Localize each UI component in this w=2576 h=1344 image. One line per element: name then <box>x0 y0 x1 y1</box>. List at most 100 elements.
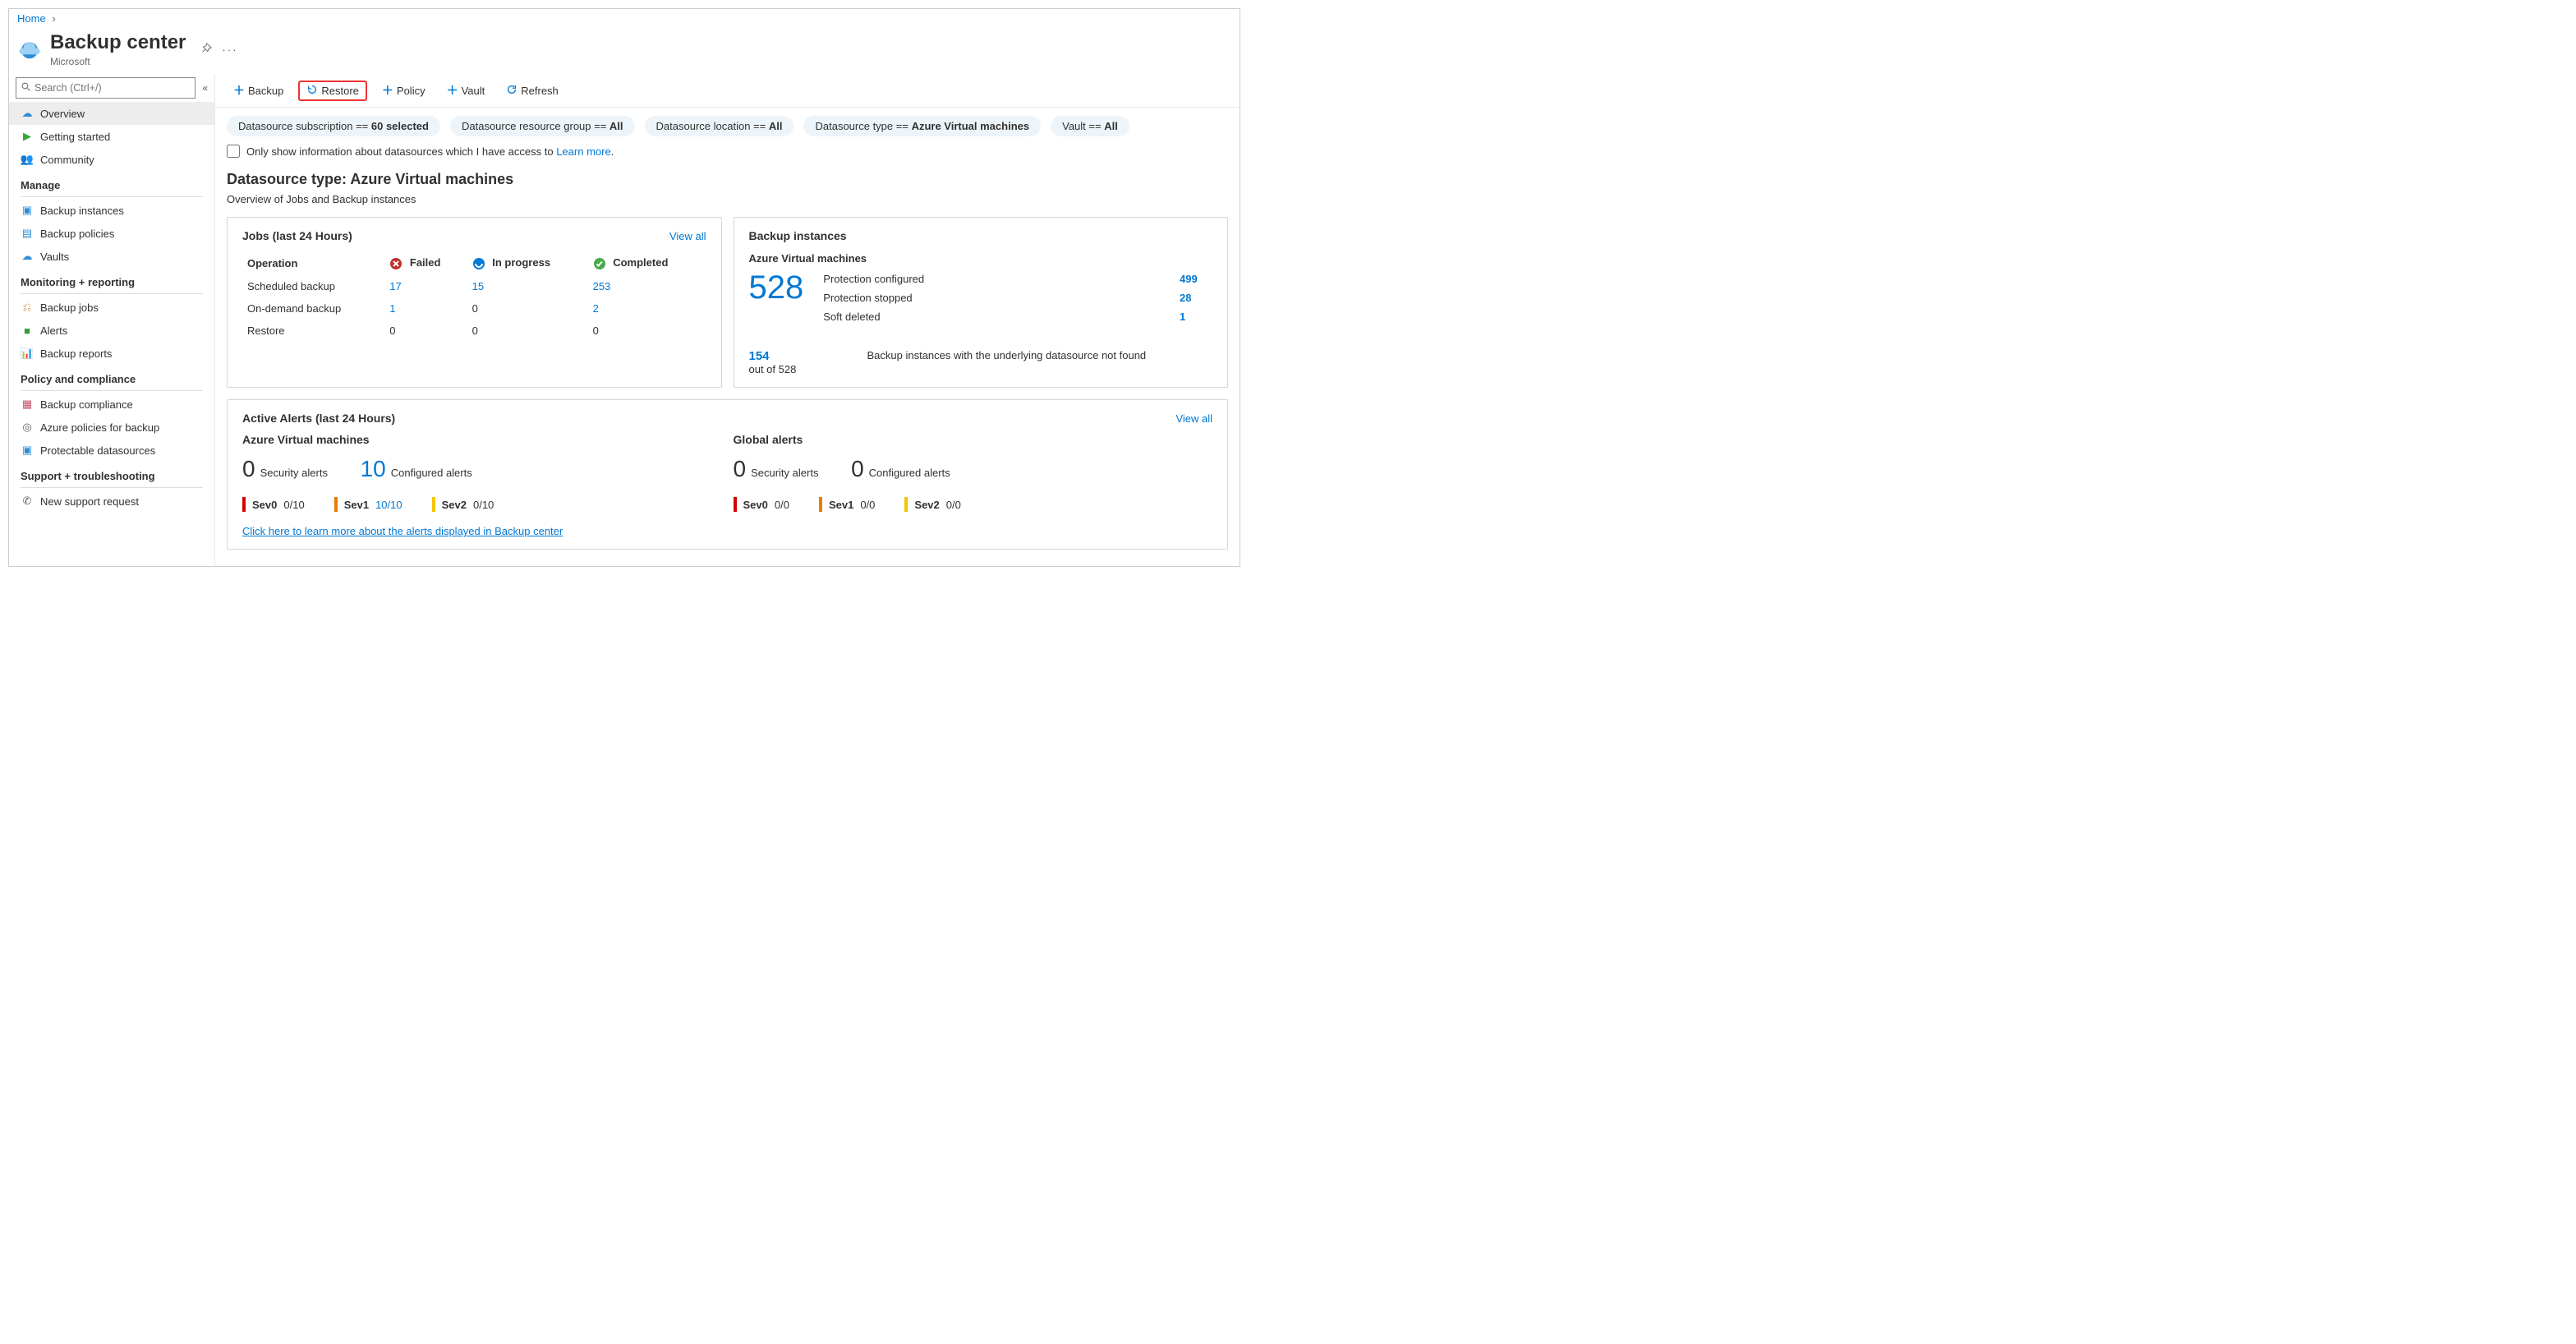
label: Backup compliance <box>40 398 133 411</box>
bi-link[interactable]: 28 <box>1180 292 1212 304</box>
sidebar-item-backup-reports[interactable]: 📊 Backup reports <box>9 342 214 365</box>
alerts-global: Global alerts 0Security alerts 0Configur… <box>734 433 1213 512</box>
collapse-sidebar-icon[interactable]: « <box>202 82 208 94</box>
avm-configured-link[interactable]: 10 <box>361 456 386 482</box>
sidebar-item-getting-started[interactable]: ▶ Getting started <box>9 125 214 148</box>
filter-location[interactable]: Datasource location == All <box>645 116 794 136</box>
bi-card-title: Backup instances <box>749 229 1213 242</box>
sev2-badge: Sev20/10 <box>432 497 494 512</box>
vault-button[interactable]: ＋ Vault <box>440 79 492 102</box>
refresh-button[interactable]: Refresh <box>499 81 565 101</box>
access-filter-text: Only show information about datasources … <box>246 145 614 158</box>
cell-link[interactable]: 17 <box>389 280 401 292</box>
jobs-row-scheduled: Scheduled backup 17 15 253 <box>244 276 705 297</box>
toolbar: ＋ Backup Restore ＋ Policy ＋ Vault <box>215 74 1240 108</box>
label: Getting started <box>40 131 110 143</box>
sidebar: « ☁ Overview ▶ Getting started 👥 Communi… <box>9 74 214 566</box>
support-icon: ✆ <box>21 495 34 508</box>
sidebar-item-backup-instances[interactable]: ▣ Backup instances <box>9 199 214 222</box>
sidebar-item-vaults[interactable]: ☁ Vaults <box>9 245 214 268</box>
label: Alerts <box>40 324 67 337</box>
bi-link[interactable]: 1 <box>1180 311 1212 323</box>
backup-center-icon <box>17 37 42 62</box>
label: Overview <box>40 108 85 120</box>
protectable-icon: ▣ <box>21 444 34 457</box>
sidebar-item-alerts[interactable]: ■ Alerts <box>9 319 214 342</box>
compliance-icon: ▦ <box>21 398 34 411</box>
cell-link[interactable]: 253 <box>593 280 611 292</box>
filters-row: Datasource subscription == 60 selected D… <box>215 108 1240 141</box>
plus-icon: ＋ <box>382 82 393 99</box>
inprogress-icon <box>472 257 485 270</box>
datasource-title: Datasource type: Azure Virtual machines <box>215 168 1240 191</box>
cell-link[interactable]: 2 <box>593 302 599 315</box>
sidebar-section-policy: Policy and compliance <box>9 365 214 389</box>
search-input[interactable] <box>34 82 190 94</box>
completed-icon <box>593 257 606 270</box>
page-subtitle: Microsoft <box>50 56 186 67</box>
policy-button[interactable]: ＋ Policy <box>375 79 432 102</box>
rocket-icon: ▶ <box>21 130 34 143</box>
sidebar-item-overview[interactable]: ☁ Overview <box>9 102 214 125</box>
cloud-icon: ☁ <box>21 107 34 120</box>
col-operation: Operation <box>244 252 384 274</box>
cell-link[interactable]: 1 <box>389 302 395 315</box>
label: Azure policies for backup <box>40 421 159 434</box>
sidebar-section-manage: Manage <box>9 171 214 195</box>
filter-subscription[interactable]: Datasource subscription == 60 selected <box>227 116 440 136</box>
policies-icon: ▤ <box>21 227 34 240</box>
jobs-view-all[interactable]: View all <box>669 230 706 242</box>
sev0-badge: Sev00/0 <box>734 497 789 512</box>
label: Backup instances <box>40 205 124 217</box>
bi-notfound-out: out of 528 <box>749 363 848 375</box>
sev1-badge: Sev10/0 <box>819 497 875 512</box>
sidebar-item-backup-compliance[interactable]: ▦ Backup compliance <box>9 393 214 416</box>
label: Community <box>40 154 94 166</box>
alerts-avm: Azure Virtual machines 0Security alerts … <box>242 433 722 512</box>
sev1-link[interactable]: 10/10 <box>375 499 402 511</box>
sidebar-item-community[interactable]: 👥 Community <box>9 148 214 171</box>
refresh-icon <box>506 84 518 98</box>
col-inprogress: In progress <box>469 252 588 274</box>
vaults-icon: ☁ <box>21 250 34 263</box>
datasource-subtitle: Overview of Jobs and Backup instances <box>215 191 1240 217</box>
more-icon[interactable]: ··· <box>222 44 237 56</box>
label: New support request <box>40 495 139 508</box>
sev1-badge: Sev110/10 <box>334 497 402 512</box>
page-title: Backup center <box>50 31 186 54</box>
access-filter-row: Only show information about datasources … <box>215 141 1240 168</box>
filter-datasource-type[interactable]: Datasource type == Azure Virtual machine… <box>803 116 1041 136</box>
filter-vault[interactable]: Vault == All <box>1051 116 1129 136</box>
sidebar-search[interactable] <box>16 77 196 99</box>
bi-notfound-count[interactable]: 154 <box>749 349 848 363</box>
alerts-view-all[interactable]: View all <box>1175 412 1212 425</box>
sidebar-item-azure-policies[interactable]: ◎ Azure policies for backup <box>9 416 214 439</box>
sidebar-section-support: Support + troubleshooting <box>9 462 214 486</box>
sidebar-item-protectable[interactable]: ▣ Protectable datasources <box>9 439 214 462</box>
filter-resource-group[interactable]: Datasource resource group == All <box>450 116 635 136</box>
sev0-badge: Sev00/10 <box>242 497 305 512</box>
jobs-row-ondemand: On-demand backup 1 0 2 <box>244 298 705 319</box>
sidebar-item-new-support[interactable]: ✆ New support request <box>9 490 214 513</box>
restore-button[interactable]: Restore <box>298 81 367 101</box>
access-filter-checkbox[interactable] <box>227 145 240 158</box>
search-icon <box>21 82 31 94</box>
bi-notfound-text: Backup instances with the underlying dat… <box>867 349 1213 361</box>
jobs-icon: ⎌ <box>21 301 34 314</box>
label: Vaults <box>40 251 69 263</box>
failed-icon <box>389 257 402 270</box>
backup-button[interactable]: ＋ Backup <box>227 79 290 102</box>
bi-link[interactable]: 499 <box>1180 273 1212 285</box>
sidebar-item-backup-policies[interactable]: ▤ Backup policies <box>9 222 214 245</box>
alerts-card: Active Alerts (last 24 Hours) View all A… <box>227 399 1228 550</box>
learn-more-link[interactable]: Learn more <box>556 145 610 158</box>
pin-icon[interactable] <box>200 43 212 57</box>
jobs-row-restore: Restore 0 0 0 <box>244 320 705 341</box>
alerts-learn-more-link[interactable]: Click here to learn more about the alert… <box>242 525 563 537</box>
plus-icon: ＋ <box>447 82 458 99</box>
jobs-header-row: Operation Failed In progress <box>244 252 705 274</box>
breadcrumb-home[interactable]: Home <box>17 12 46 25</box>
sidebar-item-backup-jobs[interactable]: ⎌ Backup jobs <box>9 296 214 319</box>
bi-total[interactable]: 528 <box>749 269 804 306</box>
cell-link[interactable]: 15 <box>472 280 484 292</box>
